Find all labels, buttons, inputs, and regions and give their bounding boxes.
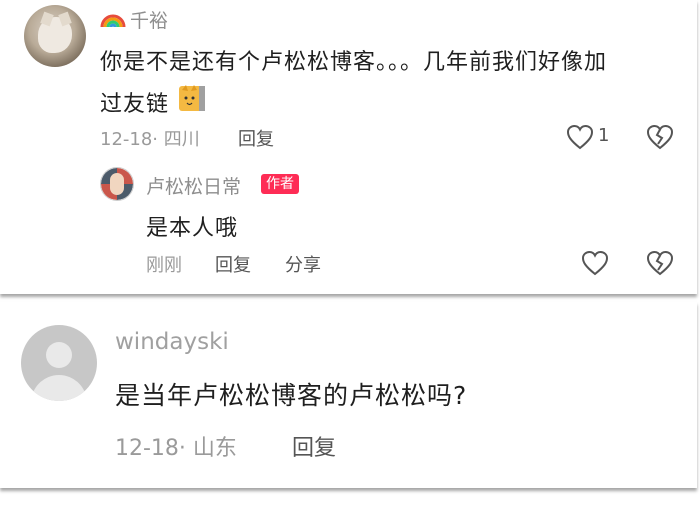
broken-heart-icon[interactable] bbox=[646, 250, 674, 276]
comment-card-2: windayski 是当年卢松松博客的卢松松吗? 12-18· 山东 回复 bbox=[0, 302, 697, 488]
commenter-name[interactable]: 千裕 bbox=[130, 6, 168, 33]
comment-date-location: 12-18· 山东 bbox=[115, 436, 237, 461]
heart-outline-icon[interactable] bbox=[566, 124, 594, 150]
author-avatar[interactable] bbox=[100, 167, 134, 201]
broken-heart-icon[interactable] bbox=[646, 124, 674, 150]
like-count: 1 bbox=[598, 125, 610, 146]
reply-text: 是本人哦 bbox=[146, 216, 239, 241]
commenter-avatar[interactable] bbox=[24, 5, 86, 67]
reply-time: 刚刚 bbox=[146, 255, 182, 276]
cat-emoji-icon bbox=[179, 85, 205, 111]
comment-card-1: 千裕 你是不是还有个卢松松博客。。。几年前我们好像加 过友链 12-18· 四川… bbox=[0, 0, 697, 294]
heart-outline-icon[interactable] bbox=[581, 250, 609, 276]
reply-button[interactable]: 回复 bbox=[238, 125, 274, 151]
comment-text-line1: 你是不是还有个卢松松博客。。。几年前我们好像加 bbox=[100, 50, 608, 75]
share-button[interactable]: 分享 bbox=[285, 251, 321, 277]
commenter-name[interactable]: windayski bbox=[115, 329, 229, 355]
author-name[interactable]: 卢松松日常 bbox=[146, 172, 241, 199]
default-avatar[interactable] bbox=[21, 325, 97, 401]
author-badge: 作者 bbox=[261, 174, 299, 194]
reply-reply-button[interactable]: 回复 bbox=[215, 251, 251, 277]
comment-text: 是当年卢松松博客的卢松松吗? bbox=[115, 381, 468, 410]
comment-text-line2: 过友链 bbox=[100, 92, 170, 117]
reply-button[interactable]: 回复 bbox=[292, 430, 336, 462]
comment-date-location: 12-18· 四川 bbox=[100, 129, 200, 150]
rainbow-emoji-icon bbox=[100, 14, 126, 28]
